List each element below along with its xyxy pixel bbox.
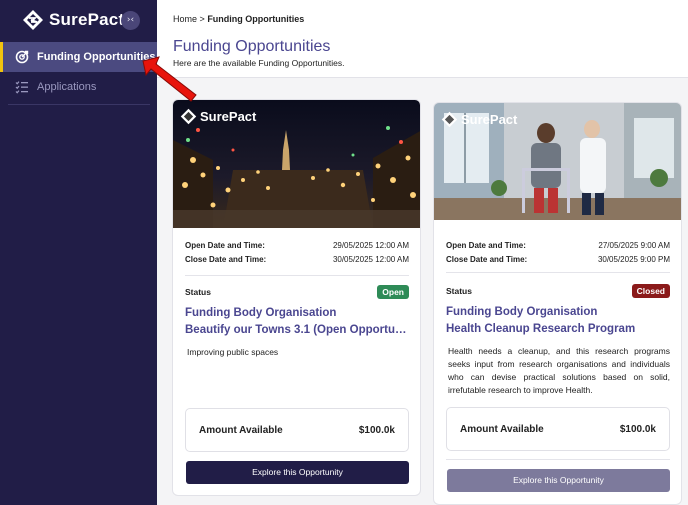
amount-value: $100.0k	[619, 423, 656, 435]
close-date-label: Close Date and Time:	[185, 255, 267, 264]
status-label: Status	[185, 287, 211, 297]
amount-box: Amount Available $100.0k	[185, 408, 409, 452]
explore-opportunity-button[interactable]: Explore this Opportunity	[186, 461, 409, 484]
open-date-value: 27/05/2025 9:00 AM	[598, 241, 670, 250]
brand-name: SurePact	[49, 10, 125, 29]
page-header: Home > Funding Opportunities Funding Opp…	[157, 0, 688, 78]
status-badge: Closed	[631, 284, 670, 298]
amount-label: Amount Available	[460, 423, 544, 435]
sidebar-divider	[8, 104, 150, 105]
open-date-label: Open Date and Time:	[185, 241, 265, 250]
amount-value: $100.0k	[358, 424, 395, 436]
divider	[185, 275, 409, 276]
sidebar-item-label: Funding Opportunities	[37, 51, 156, 63]
open-date-label: Open Date and Time:	[446, 241, 526, 250]
amount-box: Amount Available $100.0k	[446, 407, 670, 451]
explore-opportunity-button[interactable]: Explore this Opportunity	[447, 469, 670, 492]
open-date-value: 29/05/2025 12:00 AM	[332, 241, 409, 250]
opportunity-description: Health needs a cleanup, and this researc…	[448, 346, 670, 395]
breadcrumb-home-link[interactable]: Home	[173, 14, 197, 24]
collapse-sidebar-button[interactable]: ›‹	[121, 11, 140, 30]
breadcrumb-separator: >	[199, 14, 205, 24]
sidebar: SurePact ›‹ Funding Opportunities Applic…	[0, 0, 157, 505]
surepact-logo-icon	[23, 10, 43, 30]
close-date-value: 30/05/2025 12:00 AM	[332, 255, 409, 264]
opportunity-card: SurePact Open Date and Time: 27/05/2025 …	[433, 102, 682, 505]
status-row: Status Open	[185, 285, 409, 299]
close-date-label: Close Date and Time:	[446, 255, 528, 264]
page-title: Funding Opportunities	[173, 38, 331, 55]
sidebar-item-applications[interactable]: Applications	[0, 72, 157, 102]
opportunity-card: SurePact Open Date and Time: 29/05/2025 …	[172, 99, 421, 496]
brand-logo[interactable]: SurePact	[22, 9, 124, 31]
funder-name: Funding Body Organisation	[446, 306, 598, 318]
breadcrumb: Home > Funding Opportunities	[173, 14, 304, 24]
sidebar-item-funding-opportunities[interactable]: Funding Opportunities	[0, 42, 157, 72]
opportunity-title[interactable]: Beautify our Towns 3.1 (Open Opportunity…	[185, 322, 411, 339]
annotation-arrow-icon	[142, 56, 197, 102]
funder-name: Funding Body Organisation	[185, 307, 337, 319]
divider	[446, 272, 670, 273]
breadcrumb-current: Funding Opportunities	[207, 14, 305, 24]
amount-label: Amount Available	[199, 424, 283, 436]
surepact-logo-icon	[180, 108, 197, 125]
status-label: Status	[446, 286, 472, 296]
sidebar-item-label: Applications	[37, 81, 97, 93]
opportunity-description: Improving public spaces	[187, 347, 279, 357]
divider	[446, 459, 670, 460]
target-icon	[15, 50, 29, 64]
card-image-logo: SurePact	[180, 108, 256, 125]
checklist-icon	[15, 81, 28, 94]
date-info: Open Date and Time: 29/05/2025 12:00 AM …	[185, 239, 409, 267]
card-image-logo: SurePact	[441, 111, 517, 128]
surepact-logo-icon	[441, 111, 458, 128]
opportunity-title[interactable]: Health Cleanup Research Program	[446, 321, 672, 338]
status-badge: Open	[377, 285, 409, 299]
date-info: Open Date and Time: 27/05/2025 9:00 AM C…	[446, 239, 670, 267]
status-row: Status Closed	[446, 284, 670, 298]
close-date-value: 30/05/2025 9:00 PM	[597, 255, 670, 264]
